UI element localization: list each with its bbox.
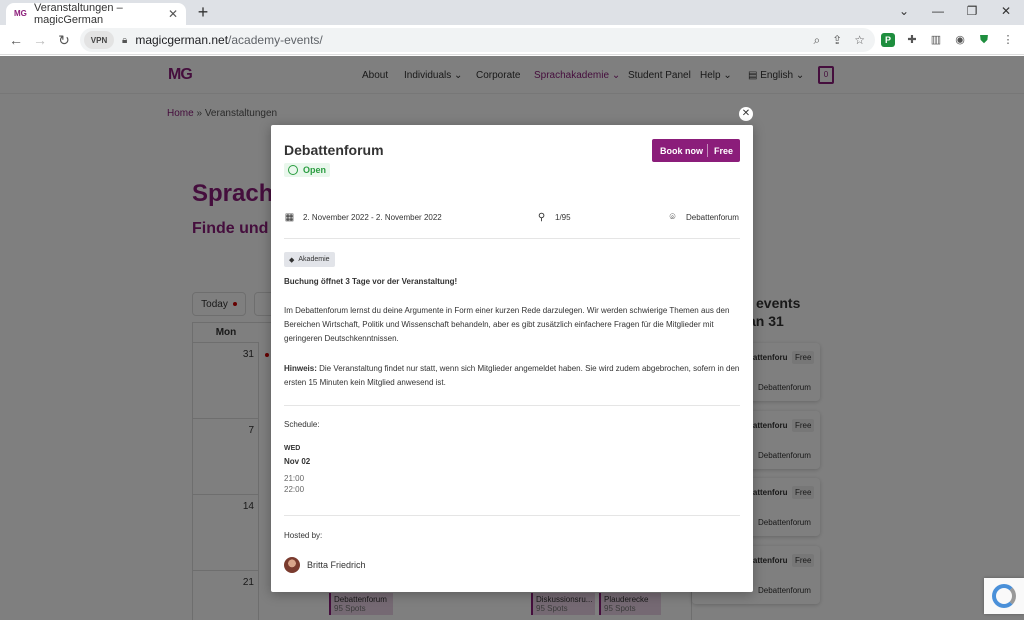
menu-kebab-icon[interactable]: ⋮ bbox=[1001, 33, 1015, 47]
category-tag[interactable]: ◆ Akademie bbox=[284, 252, 335, 267]
event-location: ⌾ Debattenforum bbox=[667, 212, 739, 223]
share-icon[interactable]: ⇪ bbox=[832, 33, 842, 48]
extension-p-icon[interactable]: P bbox=[881, 33, 895, 47]
browser-tab[interactable]: MG Veranstaltungen – magicGerman ✕ bbox=[6, 2, 186, 26]
modal-close-icon[interactable]: ✕ bbox=[739, 107, 753, 121]
vpn-badge[interactable]: VPN bbox=[84, 31, 114, 49]
browser-toolbar: ← → ↻ VPN 🔒︎ magicgerman.net/academy-eve… bbox=[0, 25, 1024, 55]
divider bbox=[284, 515, 740, 516]
schedule-weekday: WED bbox=[284, 445, 301, 452]
extensions-puzzle-icon[interactable]: ✚ bbox=[905, 33, 919, 47]
event-date: ▦ 2. November 2022 - 2. November 2022 bbox=[284, 212, 442, 223]
location-pin-icon: ⌾ bbox=[669, 212, 676, 223]
address-bar[interactable]: VPN 🔒︎ magicgerman.net/academy-events/ ⌕… bbox=[80, 28, 875, 52]
site-favicon-icon: MG bbox=[14, 9, 27, 18]
book-now-button[interactable]: Book now Free bbox=[652, 139, 740, 162]
window-close-icon[interactable]: ✕ bbox=[998, 4, 1014, 18]
shield-icon[interactable]: ⛊ bbox=[977, 33, 991, 47]
schedule-date: Nov 02 bbox=[284, 457, 311, 466]
bookmark-star-icon[interactable]: ☆ bbox=[854, 33, 865, 48]
recaptcha-icon bbox=[992, 584, 1016, 608]
schedule-label: Schedule: bbox=[284, 420, 320, 429]
event-description: Im Debattenforum lernst du deine Argumen… bbox=[284, 306, 730, 343]
event-hint: Hinweis: Die Veranstaltung findet nur st… bbox=[284, 364, 740, 387]
profile-icon[interactable]: ◉ bbox=[953, 33, 967, 47]
divider bbox=[284, 238, 740, 239]
new-tab-icon[interactable]: + bbox=[194, 3, 212, 21]
schedule-end: 22:00 bbox=[284, 485, 305, 494]
calendar-icon: ▦ bbox=[284, 212, 295, 223]
tab-close-icon[interactable]: ✕ bbox=[168, 7, 178, 21]
tag-icon: ◆ bbox=[289, 256, 295, 264]
host-name: Britta Friedrich bbox=[307, 560, 366, 570]
status-badge: Open bbox=[284, 163, 331, 177]
lock-icon[interactable]: 🔒︎ bbox=[122, 35, 127, 46]
person-icon: ⚲ bbox=[537, 212, 546, 223]
event-capacity: ⚲ 1/95 bbox=[537, 212, 571, 223]
divider bbox=[284, 405, 740, 406]
url-text[interactable]: magicgerman.net/academy-events/ bbox=[135, 33, 322, 47]
event-modal: Debattenforum Open Book now Free ▦ 2. No… bbox=[271, 125, 753, 592]
avatar bbox=[284, 557, 300, 573]
minimize-icon[interactable]: — bbox=[930, 4, 946, 18]
zoom-icon[interactable]: ⌕ bbox=[813, 33, 820, 48]
tab-title: Veranstaltungen – magicGerman bbox=[34, 2, 123, 26]
back-icon[interactable]: ← bbox=[8, 32, 24, 48]
hosted-by-label: Hosted by: bbox=[284, 531, 323, 540]
status-circle-icon bbox=[288, 165, 298, 175]
booking-notice: Buchung öffnet 3 Tage vor der Veranstalt… bbox=[284, 277, 458, 286]
forward-icon[interactable]: → bbox=[32, 32, 48, 48]
restore-icon[interactable]: ❐ bbox=[964, 4, 980, 18]
schedule-start: 21:00 bbox=[284, 474, 305, 483]
side-panel-icon[interactable]: ▥ bbox=[929, 33, 943, 47]
tab-search-icon[interactable]: ⌄ bbox=[896, 4, 912, 18]
event-title: Debattenforum bbox=[284, 142, 384, 158]
reload-icon[interactable]: ↻ bbox=[56, 32, 72, 49]
tab-strip: MG Veranstaltungen – magicGerman ✕ + ⌄ —… bbox=[0, 0, 1024, 26]
recaptcha-badge[interactable] bbox=[984, 578, 1024, 614]
